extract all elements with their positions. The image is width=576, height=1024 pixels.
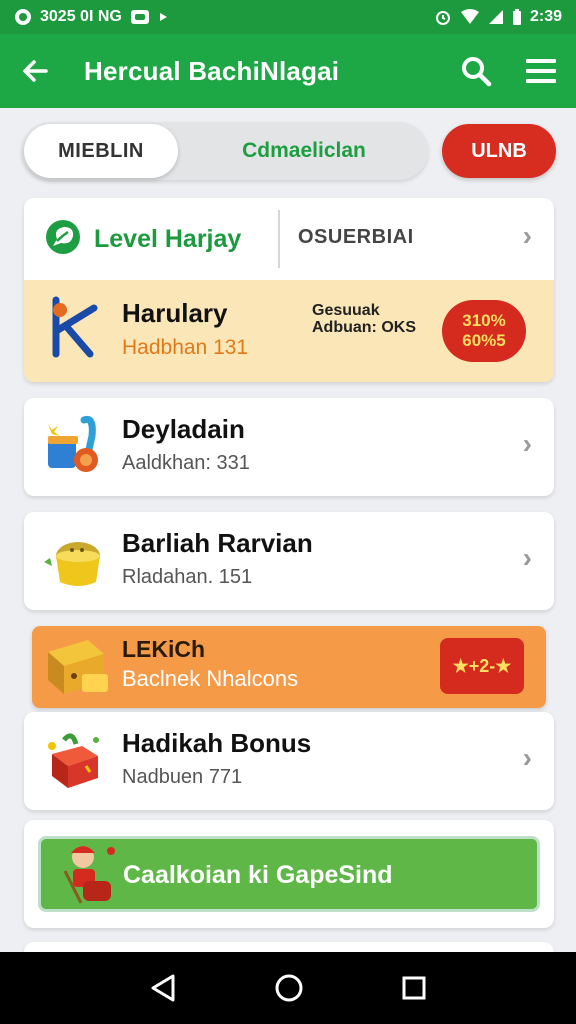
badge-line-1: 310% — [462, 311, 506, 330]
level-card: Level Harjay OSUERBIAI › Harulary Hadbha… — [24, 198, 554, 382]
badge-line-2: 60%5 — [462, 331, 506, 350]
promo-subtitle: Baclnek Nhalcons — [122, 666, 299, 691]
chat-bubble-icon — [44, 218, 82, 261]
gift-box-icon — [42, 414, 106, 481]
item-subtitle: Hadbhan 131 — [122, 336, 249, 359]
page-title: Hercual BachiNlagai — [84, 55, 340, 86]
list-item-title: Deyladain — [122, 414, 245, 444]
chevron-right-icon: › — [522, 542, 532, 573]
play-icon — [158, 12, 168, 22]
vertical-divider — [278, 210, 280, 268]
signal-icon — [488, 9, 504, 25]
search-icon[interactable] — [460, 55, 492, 87]
red-gift-box-icon — [42, 728, 106, 795]
status-time: 2:39 — [529, 8, 562, 25]
segment-row: MIEBLIN Cdmaeliclan ULNB — [22, 122, 556, 180]
list-item-subtitle: Aaldkhan: 331 — [122, 452, 250, 474]
list-item-title: Hadikah Bonus — [122, 728, 312, 758]
level-title: Level Harjay — [94, 224, 242, 253]
game-card: Caalkoian ki GapeSind — [24, 820, 554, 928]
treasure-chest-icon — [44, 634, 114, 705]
item-detail-line-1: Gesuuak — [312, 302, 380, 319]
level-subtitle: OSUERBIAI — [298, 226, 414, 248]
ulnb-button[interactable]: ULNB — [442, 124, 556, 178]
battery-icon — [512, 8, 522, 26]
item-detail-line-2: Adbuan: OKS — [312, 319, 416, 336]
list-item-subtitle: Rladahan. 151 — [122, 566, 253, 588]
chevron-right-icon: › — [522, 428, 532, 459]
level-highlight-item[interactable]: Harulary Hadbhan 131 Gesuuak Adbuan: OKS… — [24, 280, 554, 382]
game-character-icon — [61, 841, 117, 912]
nav-recents-icon[interactable] — [401, 975, 427, 1001]
item-details: Gesuuak Adbuan: OKS — [312, 302, 416, 336]
letter-k-icon — [46, 296, 106, 365]
chevron-right-icon: › — [522, 742, 532, 773]
golden-pot-icon — [42, 528, 108, 595]
list-item-title: Barliah Rarvian — [122, 528, 313, 558]
promo-badge: ★+2-★ — [440, 638, 524, 694]
level-header[interactable]: Level Harjay OSUERBIAI › — [24, 198, 554, 280]
nav-back-icon[interactable] — [149, 973, 177, 1003]
promo-banner[interactable]: LEKiCh Baclnek Nhalcons ★+2-★ — [32, 626, 546, 708]
alarm-icon — [434, 8, 452, 26]
game-button-label: Caalkoian ki GapeSind — [123, 861, 393, 889]
promo-title: LEKiCh — [122, 636, 206, 662]
nav-home-icon[interactable] — [274, 973, 304, 1003]
segmented-control: MIEBLIN Cdmaeliclan — [22, 122, 428, 180]
back-arrow-icon[interactable] — [20, 56, 50, 86]
app-notification-icon — [14, 8, 32, 26]
system-nav-bar — [0, 952, 576, 1024]
status-left-text: 3025 0I NG — [40, 8, 122, 25]
list-item-barliah-rarvian[interactable]: Barliah Rarvian Rladahan. 151 › — [24, 512, 554, 610]
list-item-subtitle: Nadbuen 771 — [122, 766, 243, 788]
message-icon — [130, 9, 150, 25]
chevron-right-icon: › — [522, 220, 532, 251]
tab-mieblin[interactable]: MIEBLIN — [24, 124, 178, 178]
game-start-button[interactable]: Caalkoian ki GapeSind — [38, 836, 540, 912]
list-item-hadikah-bonus[interactable]: Hadikah Bonus Nadbuen 771 › — [24, 712, 554, 810]
item-title: Harulary — [122, 298, 228, 328]
menu-icon[interactable] — [526, 58, 556, 84]
list-item-deyladain[interactable]: Deyladain Aaldkhan: 331 › — [24, 398, 554, 496]
wifi-icon — [460, 9, 480, 25]
discount-badge: 310% 60%5 — [442, 300, 526, 362]
status-bar: 3025 0I NG 2:39 — [0, 0, 576, 34]
app-bar: Hercual BachiNlagai — [0, 34, 576, 108]
tab-cdmaeliclan[interactable]: Cdmaeliclan — [182, 122, 426, 180]
